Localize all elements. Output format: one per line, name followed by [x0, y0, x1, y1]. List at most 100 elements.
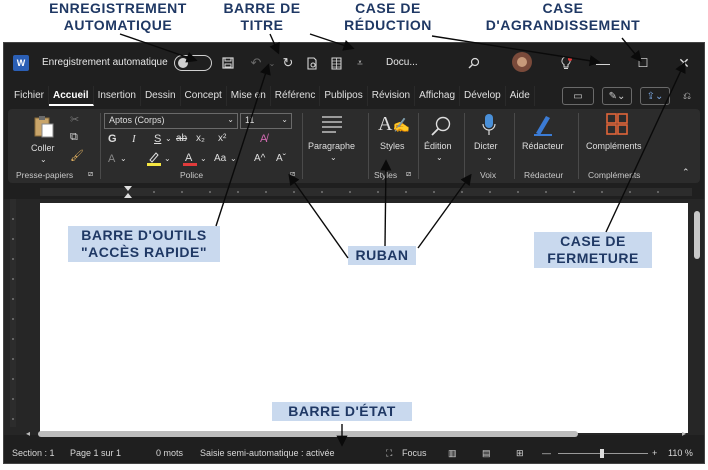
scroll-left-icon[interactable]: ◂ — [26, 429, 30, 438]
font-name-select[interactable]: Aptos (Corps) ⌄ — [104, 113, 238, 129]
tab-fichier[interactable]: Fichier — [10, 86, 50, 106]
clipboard-launcher-icon[interactable]: ⧄ — [88, 169, 93, 179]
vertical-scrollbar[interactable] — [694, 209, 700, 429]
tab-aide[interactable]: Aide — [506, 86, 535, 106]
change-case-button[interactable]: Aa — [214, 153, 226, 164]
ribbon: Coller ⌄ ✂ ⧉ 🖌 Presse-papiers ⧄ Aptos (C… — [8, 109, 700, 183]
callout-qat: BARRE D'OUTILS "ACCÈS RAPIDE" — [68, 226, 220, 262]
dictate-dropdown-icon[interactable]: ⌄ — [486, 153, 493, 162]
web-layout-icon[interactable]: ⊞ — [516, 448, 524, 459]
read-mode-icon[interactable]: ▥ — [448, 448, 457, 459]
editing-mode-button[interactable]: ✎⌄ — [602, 87, 632, 105]
editing-label[interactable]: Édition — [424, 141, 452, 151]
subscript-button[interactable]: x₂ — [196, 133, 205, 144]
paragraph-icon[interactable] — [320, 115, 344, 136]
table-icon[interactable] — [326, 53, 346, 73]
copy-icon[interactable]: ⧉ — [70, 131, 78, 144]
search-icon[interactable] — [464, 53, 484, 73]
autosave-label: Enregistrement automatique — [42, 57, 168, 68]
tab-references[interactable]: Référenc — [271, 86, 321, 106]
addins-icon[interactable] — [606, 113, 628, 138]
save-icon[interactable] — [218, 53, 238, 73]
close-button[interactable]: ✕ — [671, 51, 697, 75]
microphone-icon[interactable] — [482, 113, 496, 140]
strikethrough-button[interactable]: ab — [176, 133, 187, 144]
separator — [368, 113, 369, 179]
focus-icon[interactable]: ⛶ — [386, 448, 392, 459]
zoom-slider[interactable] — [558, 449, 648, 458]
zoom-slider-thumb[interactable] — [600, 449, 604, 458]
font-color-icon[interactable]: A — [182, 150, 198, 169]
superscript-button[interactable]: x² — [218, 133, 226, 144]
paragraph-dropdown-icon[interactable]: ⌄ — [330, 153, 337, 162]
minimize-button[interactable]: — — [590, 51, 616, 75]
styles-launcher-icon[interactable]: ⧄ — [406, 169, 411, 179]
styles-icon[interactable]: A✍ — [378, 113, 410, 136]
tab-revision[interactable]: Révision — [368, 86, 416, 106]
redo-icon[interactable]: ↻ — [278, 53, 298, 73]
paste-icon[interactable] — [30, 113, 58, 141]
tab-mise-en-page[interactable]: Mise en — [227, 86, 271, 106]
vertical-scroll-thumb[interactable] — [694, 211, 700, 259]
tab-accueil[interactable]: Accueil — [49, 86, 94, 106]
maximize-button[interactable]: ☐ — [630, 51, 656, 75]
editing-dropdown-icon[interactable]: ⌄ — [436, 153, 443, 162]
lightbulb-icon[interactable] — [556, 53, 576, 73]
clear-formatting-icon[interactable]: A̸ — [260, 133, 267, 145]
change-case-dropdown-icon[interactable]: ⌄ — [230, 154, 237, 163]
group-label-addins: Compléments — [588, 170, 641, 180]
paragraph-label[interactable]: Paragraphe — [308, 141, 355, 151]
paste-label[interactable]: Coller — [31, 143, 55, 153]
zoom-level[interactable]: 110 % — [668, 448, 693, 458]
editor-label[interactable]: Rédacteur — [522, 141, 564, 151]
font-size-select[interactable]: 11 ⌄ — [240, 113, 292, 129]
grow-font-button[interactable]: A^ — [254, 153, 265, 164]
editing-search-icon[interactable] — [430, 115, 452, 140]
paste-dropdown-icon[interactable]: ⌄ — [40, 155, 47, 164]
highlight-icon[interactable] — [146, 150, 162, 169]
tab-actions: ▭ ✎⌄ ⇪⌄ ⎌ — [562, 87, 696, 105]
styles-label[interactable]: Styles — [380, 141, 405, 151]
focus-label[interactable]: Focus — [402, 448, 427, 458]
status-section[interactable]: Section : 1 — [12, 448, 55, 458]
collapse-ribbon-icon[interactable]: ⌃ — [682, 167, 690, 178]
tab-insertion[interactable]: Insertion — [94, 86, 141, 106]
zoom-out-icon[interactable]: — — [542, 448, 551, 458]
print-preview-icon[interactable] — [302, 53, 322, 73]
status-page[interactable]: Page 1 sur 1 — [70, 448, 121, 458]
underline-button[interactable]: S — [154, 133, 161, 145]
tab-dessin[interactable]: Dessin — [141, 86, 181, 106]
comments-button[interactable]: ▭ — [562, 87, 594, 105]
shrink-font-button[interactable]: Aˇ — [276, 153, 286, 164]
tab-publipostage[interactable]: Publipos — [320, 86, 368, 106]
tab-conception[interactable]: Concept — [181, 86, 227, 106]
italic-button[interactable]: I — [132, 133, 136, 145]
horizontal-scroll-thumb[interactable] — [38, 431, 578, 437]
font-color-dropdown-icon[interactable]: ⌄ — [200, 154, 207, 163]
share-button[interactable]: ⇪⌄ — [640, 87, 670, 105]
dictate-label[interactable]: Dicter — [474, 141, 498, 151]
text-effects-icon[interactable]: A — [108, 153, 115, 165]
text-effects-dropdown-icon[interactable]: ⌄ — [120, 154, 127, 163]
callout-close: CASE DE FERMETURE — [534, 232, 652, 268]
underline-dropdown-icon[interactable]: ⌄ — [165, 134, 172, 143]
highlight-dropdown-icon[interactable]: ⌄ — [164, 154, 171, 163]
tab-developpeur[interactable]: Dévelop — [460, 86, 506, 106]
copilot-icon[interactable]: ⎌ — [678, 87, 696, 105]
scroll-right-icon[interactable]: ▸ — [682, 429, 686, 438]
format-painter-icon[interactable]: 🖌 — [70, 149, 84, 162]
zoom-in-icon[interactable]: + — [652, 448, 657, 458]
customize-qat-icon[interactable]: ⩡ — [350, 53, 370, 73]
horizontal-scrollbar[interactable]: ◂ ▸ — [26, 429, 686, 439]
bold-button[interactable]: G — [108, 133, 117, 145]
autosave-toggle[interactable] — [174, 55, 212, 71]
addins-label[interactable]: Compléments — [586, 141, 642, 151]
tab-affichage[interactable]: Affichag — [415, 86, 461, 106]
user-avatar[interactable] — [512, 52, 532, 72]
cut-icon[interactable]: ✂ — [70, 113, 79, 126]
status-words[interactable]: 0 mots — [156, 448, 183, 458]
font-launcher-icon[interactable]: ⧄ — [290, 169, 295, 179]
status-autocomplete[interactable]: Saisie semi-automatique : activée — [200, 448, 335, 458]
print-layout-icon[interactable]: ▤ — [482, 448, 491, 459]
editor-icon[interactable] — [532, 113, 554, 140]
